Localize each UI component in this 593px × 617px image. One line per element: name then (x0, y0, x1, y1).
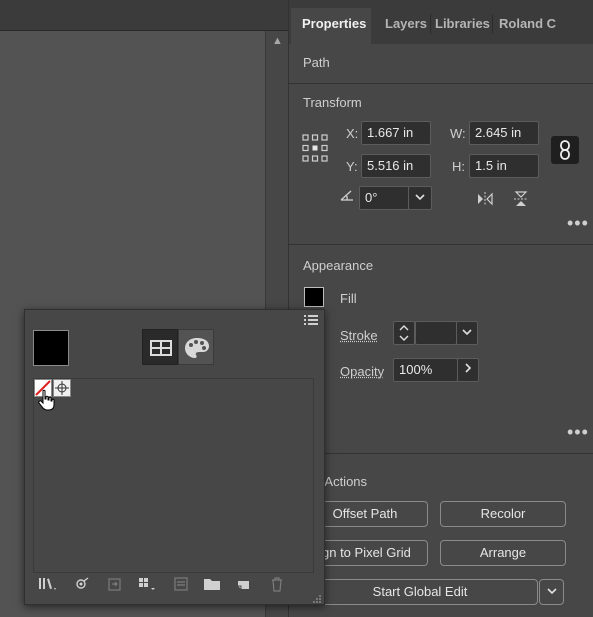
tab-properties[interactable]: Properties (291, 8, 371, 44)
recolor-button[interactable]: Recolor (440, 501, 566, 527)
new-swatch-icon[interactable] (234, 575, 254, 593)
section-divider (289, 244, 593, 245)
global-edit-options-button[interactable] (539, 579, 564, 605)
tab-libraries[interactable]: Libraries (435, 8, 491, 44)
arrange-button[interactable]: Arrange (440, 540, 566, 566)
new-folder-icon[interactable] (202, 575, 222, 593)
swatch-kinds-icon[interactable] (72, 575, 92, 593)
transform-title: Transform (303, 95, 362, 110)
section-divider (289, 453, 593, 454)
more-options-icon[interactable]: ••• (567, 213, 589, 234)
chevron-down-icon (546, 588, 557, 595)
w-label: W: (450, 126, 466, 141)
constrain-proportions-button[interactable] (551, 136, 579, 164)
h-label: H: (452, 159, 465, 174)
y-label: Y: (346, 159, 358, 174)
y-field[interactable]: 5.516 in (361, 154, 431, 178)
swatches-view-button[interactable] (142, 329, 178, 365)
rotate-angle-icon (339, 187, 359, 203)
stroke-weight-field[interactable] (415, 321, 457, 345)
tab-divider (430, 14, 431, 34)
fill-label: Fill (340, 291, 357, 306)
tab-layers[interactable]: Layers (385, 8, 429, 44)
swatch-libraries-icon[interactable] (37, 575, 57, 593)
link-icon (560, 140, 570, 160)
flip-vertical-icon[interactable] (512, 189, 530, 209)
swatch-grid-icon (150, 340, 172, 356)
object-type-label: Path (303, 55, 330, 70)
delete-swatch-icon[interactable] (267, 575, 287, 593)
opacity-field[interactable]: 100% (393, 358, 458, 382)
tab-roland[interactable]: Roland C (499, 8, 569, 44)
rotate-dropdown-button[interactable] (408, 186, 432, 210)
active-fill-swatch[interactable] (33, 330, 69, 366)
stroke-weight-dropdown[interactable] (456, 321, 478, 345)
chevron-down-icon (415, 194, 425, 201)
start-global-edit-button[interactable]: Start Global Edit (302, 579, 538, 605)
panel-tab-bar: Properties Layers Libraries Roland C (289, 0, 593, 44)
palette-icon (185, 338, 209, 358)
resize-grip-icon[interactable] (312, 592, 322, 603)
appearance-title: Appearance (303, 258, 374, 273)
height-field[interactable]: 1.5 in (469, 154, 539, 178)
fill-swatch[interactable] (304, 287, 324, 307)
more-options-icon[interactable]: ••• (567, 422, 589, 443)
x-field[interactable]: 1.667 in (361, 121, 431, 145)
opacity-expand-button[interactable] (457, 358, 479, 382)
swatch-options-icon[interactable] (137, 575, 157, 593)
reference-point-icon[interactable] (302, 134, 328, 162)
registration-icon (55, 381, 69, 395)
rotate-field[interactable]: 0° (359, 186, 409, 210)
color-picker-view-button[interactable] (178, 329, 214, 365)
tab-divider (492, 14, 493, 34)
flip-horizontal-icon[interactable] (475, 190, 495, 208)
swatches-popover (24, 309, 325, 605)
properties-panel: Properties Layers Libraries Roland C Pat… (288, 0, 593, 617)
x-label: X: (346, 126, 359, 141)
hand-cursor-icon (38, 389, 56, 411)
section-divider (289, 83, 593, 84)
stroke-weight-stepper[interactable] (393, 321, 415, 345)
swatch-list (33, 378, 314, 573)
chevron-down-icon (462, 329, 472, 336)
place-swatch-icon[interactable] (105, 575, 125, 593)
width-field[interactable]: 2.645 in (469, 121, 539, 145)
chevron-right-icon (465, 363, 472, 373)
new-color-group-icon[interactable] (171, 575, 191, 593)
stepper-arrows-icon (399, 325, 409, 341)
panel-menu-icon[interactable] (303, 313, 319, 327)
scroll-up-icon[interactable]: ▲ (272, 35, 283, 47)
document-tab-bar (0, 0, 288, 31)
stroke-label[interactable]: Stroke (340, 328, 378, 343)
opacity-label[interactable]: Opacity (340, 364, 384, 379)
